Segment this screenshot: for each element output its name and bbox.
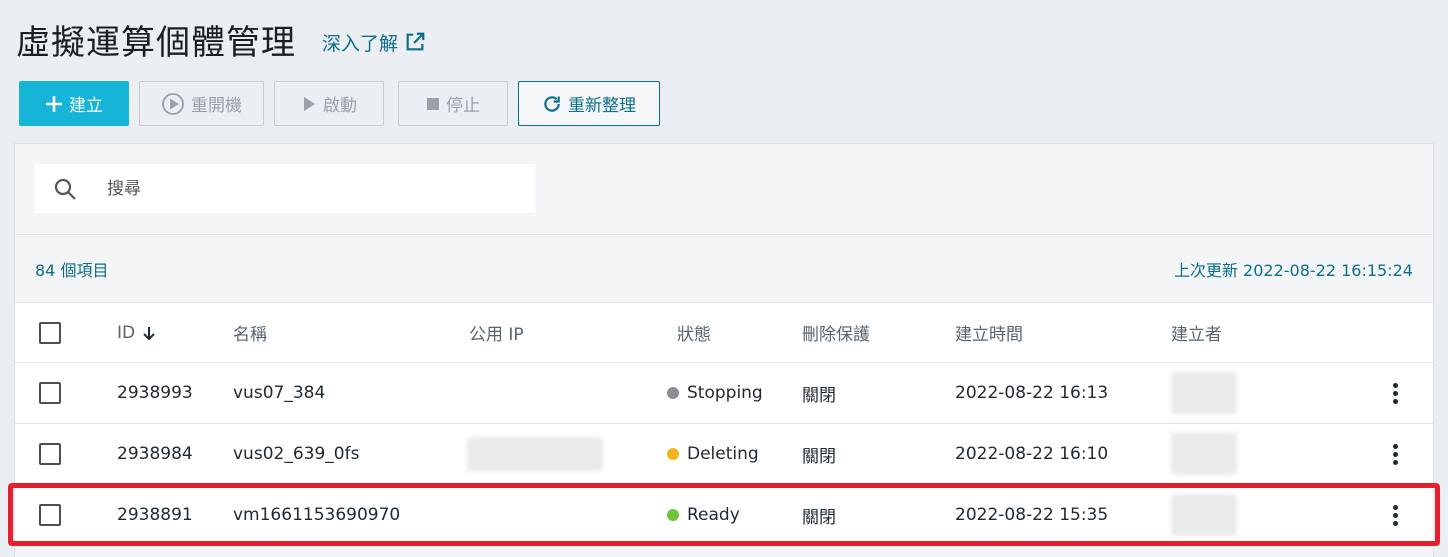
row-created-time: 2022-08-22 16:13 (955, 383, 1109, 403)
row-id: 2938984 (117, 444, 193, 464)
more-vertical-icon (1392, 442, 1398, 466)
refresh-label: 重新整理 (568, 96, 636, 116)
row-delete-protection: 關閉 (802, 507, 836, 528)
row-creator-redacted (1171, 485, 1237, 545)
item-count: 84 個項目 (35, 260, 109, 280)
stop-icon (427, 97, 439, 110)
instances-table: ID 名稱 公用 IP 狀態 刪除保護 建立時間 建立者 2938993 vus… (15, 302, 1433, 545)
row-creator-redacted (1171, 363, 1237, 423)
create-label: 建立 (69, 96, 103, 116)
status-dot-icon (667, 448, 679, 460)
restart-play-icon (162, 92, 184, 115)
row-checkbox[interactable] (39, 382, 61, 404)
column-header-status[interactable]: 狀態 (677, 303, 711, 362)
row-creator-redacted (1171, 424, 1237, 484)
status-dot-icon (667, 387, 679, 399)
row-name: vm1661153690970 (233, 505, 401, 525)
start-button[interactable]: 啟動 (274, 81, 384, 126)
create-button[interactable]: 建立 (19, 81, 129, 126)
select-all-checkbox[interactable] (39, 321, 61, 344)
row-public-ip-redacted (467, 424, 603, 484)
row-created-time: 2022-08-22 16:10 (955, 444, 1109, 464)
last-updated: 上次更新 2022-08-22 16:15:24 (1173, 260, 1413, 280)
status-dot-icon (667, 509, 679, 521)
page-title: 虛擬運算個體管理 (16, 22, 296, 63)
plus-icon (46, 95, 62, 112)
column-header-creator[interactable]: 建立者 (1171, 303, 1222, 362)
search-box[interactable] (35, 164, 535, 213)
row-actions-menu[interactable] (1383, 485, 1407, 545)
row-id: 2938891 (117, 505, 193, 525)
row-delete-protection: 關閉 (802, 446, 836, 467)
row-checkbox[interactable] (39, 504, 61, 526)
more-vertical-icon (1392, 381, 1398, 405)
redacted-block (1171, 433, 1237, 475)
reboot-button[interactable]: 重開機 (139, 81, 264, 126)
table-row[interactable]: 2938891 vm1661153690970 Ready 關閉 2022-08… (15, 484, 1433, 545)
column-header-created-time[interactable]: 建立時間 (955, 303, 1023, 362)
row-delete-protection: 關閉 (802, 385, 836, 406)
stop-button[interactable]: 停止 (398, 81, 508, 126)
table-row[interactable]: 2938984 vus02_639_0fs Deleting 關閉 2022-0… (15, 423, 1433, 484)
more-vertical-icon (1392, 503, 1398, 527)
row-created-time: 2022-08-22 15:35 (955, 505, 1109, 525)
row-status: Ready (667, 485, 740, 545)
row-name: vus07_384 (233, 383, 326, 403)
learn-more-label: 深入了解 (322, 32, 399, 55)
redacted-block (1171, 372, 1237, 414)
toolbar: 建立 重開機 啟動 停止 重新整理 (19, 81, 670, 126)
search-icon (54, 178, 76, 200)
column-header-name[interactable]: 名稱 (233, 303, 267, 362)
column-header-delete-protection[interactable]: 刪除保護 (802, 303, 870, 362)
sort-arrow-down-icon (143, 326, 155, 340)
column-header-public-ip[interactable]: 公用 IP (469, 303, 524, 362)
instances-panel: 84 個項目 上次更新 2022-08-22 16:15:24 ID 名稱 公用… (14, 143, 1434, 557)
stop-label: 停止 (446, 96, 480, 116)
row-actions-menu[interactable] (1383, 424, 1407, 484)
refresh-button[interactable]: 重新整理 (518, 81, 660, 126)
title-row: 虛擬運算個體管理 深入了解 (16, 14, 426, 64)
start-label: 啟動 (323, 96, 357, 116)
table-header-row: ID 名稱 公用 IP 狀態 刪除保護 建立時間 建立者 (15, 302, 1433, 362)
table-meta-row: 84 個項目 上次更新 2022-08-22 16:15:24 (15, 234, 1433, 302)
refresh-icon (544, 95, 560, 112)
column-header-id[interactable]: ID (117, 303, 157, 362)
learn-more-link[interactable]: 深入了解 (322, 23, 426, 56)
row-name: vus02_639_0fs (233, 444, 360, 464)
redacted-block (1171, 494, 1237, 536)
table-row[interactable]: 2938993 vus07_384 Stopping 關閉 2022-08-22… (15, 362, 1433, 423)
reboot-label: 重開機 (191, 96, 242, 116)
row-status: Stopping (667, 363, 763, 423)
redacted-block (467, 437, 603, 471)
external-link-icon (406, 32, 425, 51)
play-icon (304, 96, 315, 111)
row-checkbox[interactable] (39, 443, 61, 465)
search-input[interactable] (107, 178, 487, 199)
row-id: 2938993 (117, 383, 193, 403)
row-status: Deleting (667, 424, 759, 484)
row-actions-menu[interactable] (1383, 363, 1407, 423)
